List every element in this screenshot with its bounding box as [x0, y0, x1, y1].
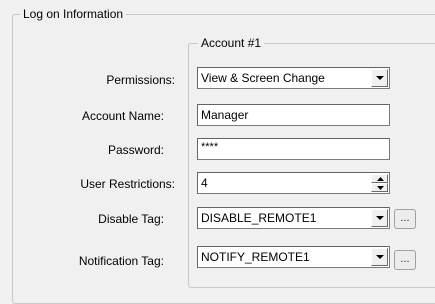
password-input[interactable]: **** — [197, 138, 390, 160]
password-value: **** — [201, 141, 219, 153]
arrow-down-icon — [377, 186, 384, 190]
permissions-value: View & Screen Change — [201, 71, 325, 85]
notification-tag-browse-button[interactable]: ... — [394, 250, 416, 270]
disable-tag-browse-button[interactable]: ... — [394, 209, 416, 229]
account-name-label: Account Name: — [81, 109, 164, 123]
permissions-dropdown[interactable]: View & Screen Change — [197, 67, 390, 89]
disable-tag-label: Disable Tag: — [98, 212, 164, 226]
user-restrictions-value: 4 — [201, 176, 208, 190]
arrow-up-icon — [377, 177, 384, 181]
permissions-label: Permissions: — [106, 73, 175, 87]
spin-down-button[interactable] — [371, 183, 388, 192]
disable-tag-dropdown[interactable]: DISABLE_REMOTE1 — [197, 207, 390, 229]
log-on-information-title: Log on Information — [20, 7, 127, 21]
disable-tag-dropdown-button[interactable] — [371, 209, 388, 227]
notification-tag-label: Notification Tag: — [78, 254, 164, 268]
user-restrictions-spin-buttons — [371, 174, 388, 192]
spin-up-button[interactable] — [371, 174, 388, 183]
user-restrictions-label: User Restrictions: — [80, 177, 175, 191]
account-group-title: Account #1 — [198, 36, 265, 50]
disable-tag-value: DISABLE_REMOTE1 — [201, 211, 317, 225]
notification-tag-value: NOTIFY_REMOTE1 — [201, 250, 310, 264]
notification-tag-dropdown-button[interactable] — [371, 248, 388, 266]
permissions-dropdown-button[interactable] — [371, 69, 388, 87]
user-restrictions-spinner[interactable]: 4 — [197, 172, 390, 194]
chevron-down-icon — [376, 216, 384, 220]
account-name-input[interactable]: Manager — [197, 104, 390, 126]
chevron-down-icon — [376, 255, 384, 259]
notification-tag-dropdown[interactable]: NOTIFY_REMOTE1 — [197, 246, 390, 268]
chevron-down-icon — [376, 76, 384, 80]
account-name-value: Manager — [201, 108, 249, 122]
password-label: Password: — [107, 143, 164, 157]
